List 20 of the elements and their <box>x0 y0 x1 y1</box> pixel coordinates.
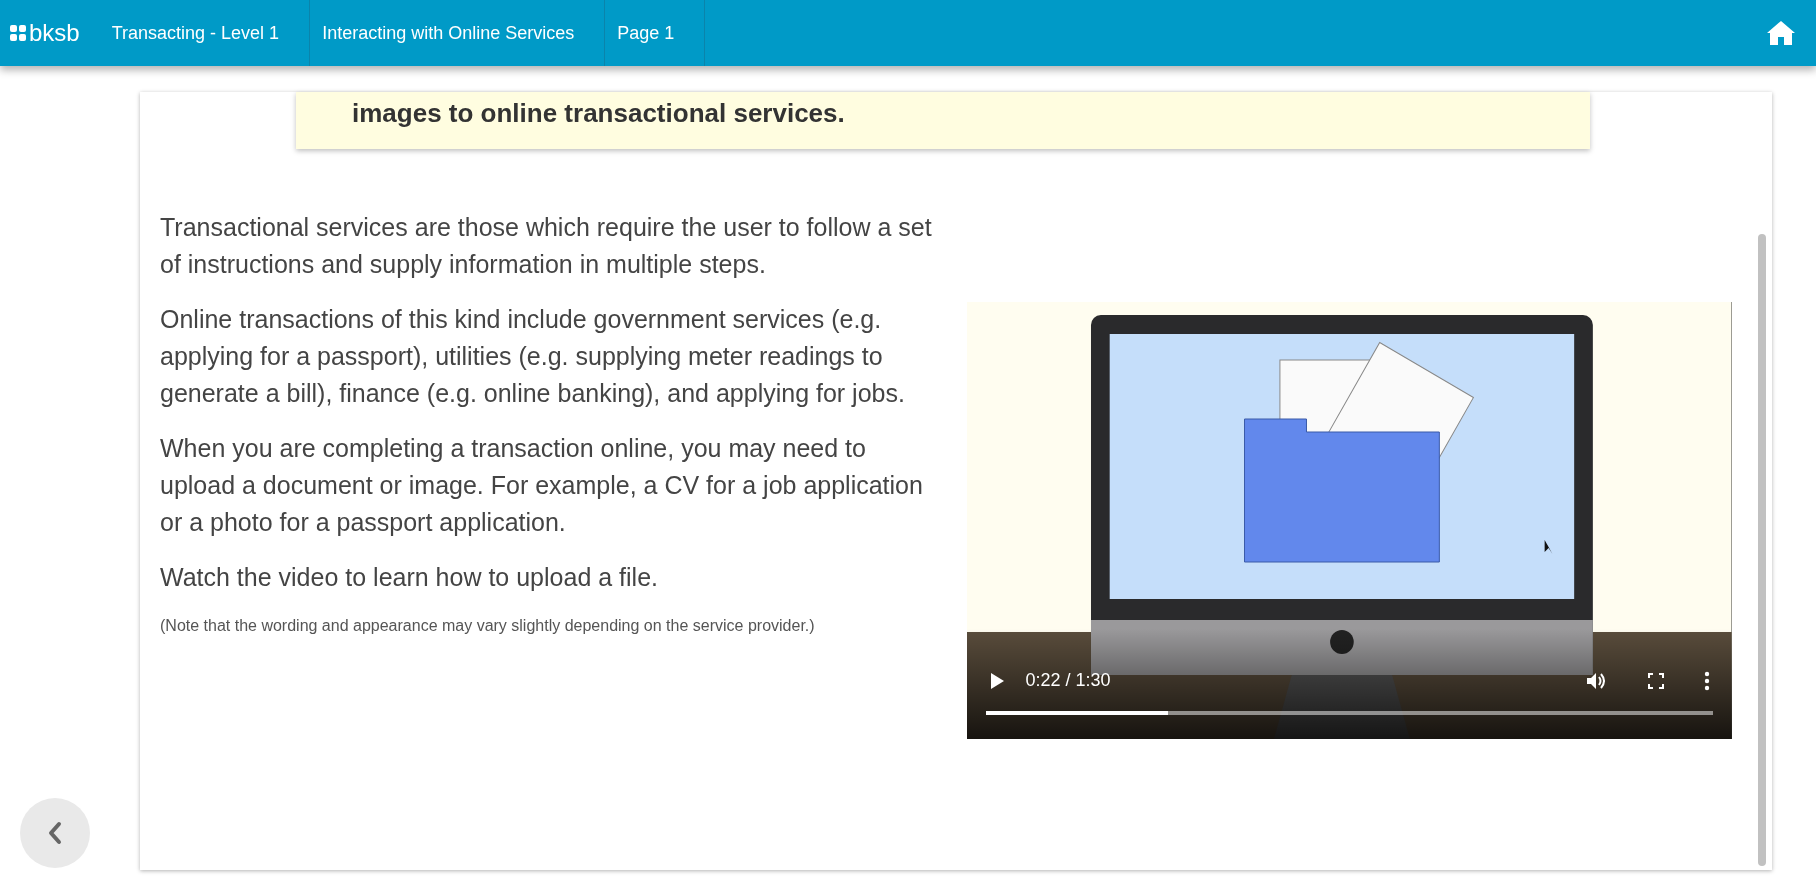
more-options-icon[interactable] <box>1704 670 1710 691</box>
body-paragraph: Online transactions of this kind include government services (e.g. applying for a passport), utilities (e.g. supplying meter readings to generate a bill), finance (e.g. online banking), and applying for jobs. <box>160 304 906 409</box>
body-paragraph: Watch the video to learn how to upload a file. <box>160 562 659 593</box>
video-time: 0:22 / 1:30 <box>1025 670 1111 691</box>
breadcrumb-link[interactable]: Page 1 <box>605 0 706 66</box>
logo-squares-icon <box>10 25 26 41</box>
breadcrumb-link[interactable]: Interacting with Online Services <box>310 0 606 66</box>
video-player[interactable]: 0:22 / 1:30 <box>967 302 1732 739</box>
home-icon[interactable] <box>1766 20 1796 46</box>
banner-text: images to online transactional services. <box>352 98 845 128</box>
video-progress-bar[interactable] <box>986 711 1713 715</box>
play-icon[interactable] <box>989 671 1006 690</box>
logo-text: bksb <box>29 19 80 47</box>
body-paragraph: When you are completing a transaction online, you may need to upload a document or image. For example, a CV for a job application or a photo for a passport application. <box>160 433 924 538</box>
breadcrumb-link[interactable]: Transacting - Level 1 <box>99 0 311 66</box>
note-text: (Note that the wording and appearance may vary slightly depending on the service provider.) <box>160 616 816 636</box>
scrollbar[interactable] <box>1758 234 1766 866</box>
fullscreen-icon[interactable] <box>1648 672 1664 689</box>
chevron-left-icon <box>48 821 62 845</box>
body-paragraph: Transactional services are those which require the user to follow a set of instructions and supply information in multiple steps. <box>160 212 933 280</box>
